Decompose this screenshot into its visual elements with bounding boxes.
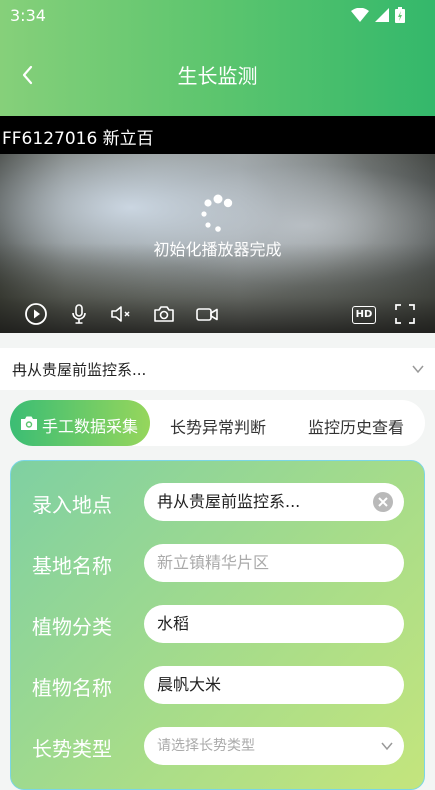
loading-text: 初始化播放器完成 <box>153 240 282 259</box>
video-title-bar: FF6127016 新立百 <box>0 116 435 154</box>
app-header: 3:34 生长监测 <box>0 0 435 116</box>
status-bar: 3:34 <box>0 0 435 30</box>
battery-icon <box>395 7 405 23</box>
tab-monitor-history[interactable]: 监控历史查看 <box>308 414 404 438</box>
plant-category-value: 水稻 <box>157 614 190 633</box>
base-name-field[interactable]: 新立镇精华片区 <box>144 544 404 582</box>
device-name: FF6127016 新立百 <box>2 129 154 149</box>
tab-growth-anomaly[interactable]: 长势异常判断 <box>170 414 266 438</box>
plant-name-value: 晨帆大米 <box>157 675 222 694</box>
base-name-placeholder: 新立镇精华片区 <box>157 553 270 572</box>
status-time: 3:34 <box>10 6 46 25</box>
data-entry-form: 录入地点 冉从贵屋前监控系... 基地名称 新立镇精华片区 植物分类 水稻 植物… <box>10 460 425 790</box>
system-icons <box>351 7 405 23</box>
plant-name-field[interactable]: 晨帆大米 <box>144 666 404 704</box>
growth-type-select[interactable]: 请选择长势类型 <box>144 727 404 765</box>
video-player[interactable]: FF6127016 新立百 初始化播放器完成 HD <box>0 116 435 333</box>
plant-name-label: 植物名称 <box>32 676 112 700</box>
mute-icon[interactable] <box>109 302 133 326</box>
camera-snapshot-icon[interactable] <box>152 302 176 326</box>
signal-icon <box>375 8 389 22</box>
fullscreen-icon[interactable] <box>393 302 417 326</box>
location-value: 冉从贵屋前监控系... <box>157 492 301 511</box>
monitor-location-value: 冉从贵屋前监控系... <box>12 361 147 379</box>
loading-spinner-icon <box>201 194 233 232</box>
base-name-label: 基地名称 <box>32 554 112 578</box>
tab-bar: 手工数据采集 长势异常判断 监控历史查看 <box>10 400 425 446</box>
record-video-icon[interactable] <box>195 302 219 326</box>
page-title: 生长监测 <box>177 64 258 88</box>
tab-label: 手工数据采集 <box>42 417 139 436</box>
location-label: 录入地点 <box>32 493 112 517</box>
hd-quality-button[interactable]: HD <box>352 306 376 324</box>
growth-type-label: 长势类型 <box>32 737 112 761</box>
location-field[interactable]: 冉从贵屋前监控系... <box>144 483 404 521</box>
play-icon[interactable] <box>24 302 48 326</box>
tab-manual-data-collection[interactable]: 手工数据采集 <box>10 400 150 446</box>
camera-icon <box>21 416 37 430</box>
plant-category-label: 植物分类 <box>32 615 112 639</box>
growth-type-placeholder: 请选择长势类型 <box>157 738 255 754</box>
microphone-icon[interactable] <box>67 302 91 326</box>
plant-category-field[interactable]: 水稻 <box>144 605 404 643</box>
chevron-down-icon <box>412 365 424 374</box>
wifi-icon <box>351 8 369 22</box>
clear-icon[interactable] <box>372 491 394 513</box>
monitor-location-select[interactable]: 冉从贵屋前监控系... <box>0 348 435 390</box>
video-controls: HD <box>0 296 435 332</box>
chevron-down-icon <box>381 742 393 751</box>
